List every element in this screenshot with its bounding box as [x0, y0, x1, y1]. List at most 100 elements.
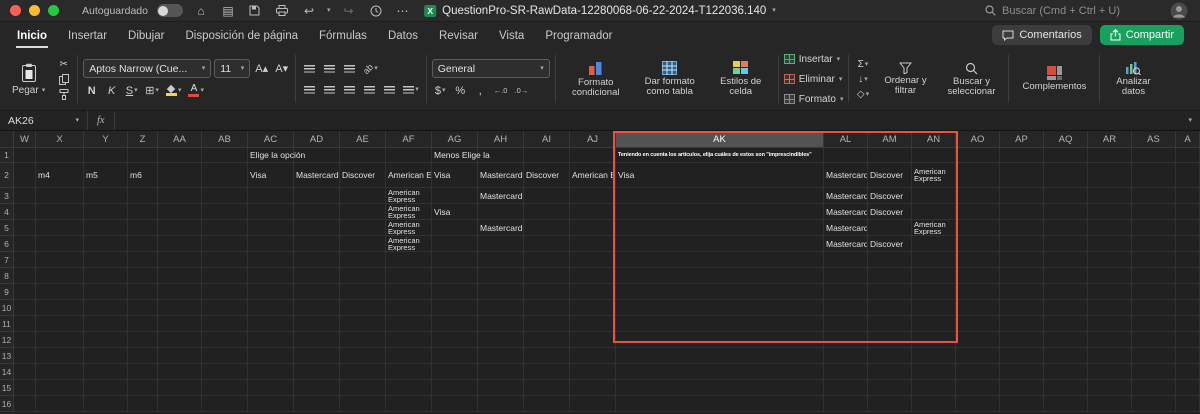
cell-AS10[interactable]: [1132, 300, 1176, 316]
tab-programador[interactable]: Programador: [544, 26, 613, 48]
cell-AH16[interactable]: [478, 396, 524, 412]
cell-Y5[interactable]: [84, 220, 128, 236]
cell-AN4[interactable]: [912, 204, 956, 220]
cell-AE9[interactable]: [340, 284, 386, 300]
cell-AA12[interactable]: [158, 332, 202, 348]
row-header-10[interactable]: 10: [0, 300, 14, 316]
cell-X5[interactable]: [36, 220, 84, 236]
cell-AH15[interactable]: [478, 380, 524, 396]
cell-AD9[interactable]: [294, 284, 340, 300]
cell-AC6[interactable]: [248, 236, 294, 252]
cell-W6[interactable]: [14, 236, 36, 252]
cell-X11[interactable]: [36, 316, 84, 332]
cell-AQ4[interactable]: [1044, 204, 1088, 220]
cell-AE12[interactable]: [340, 332, 386, 348]
cell-X14[interactable]: [36, 364, 84, 380]
tab-dibujar[interactable]: Dibujar: [127, 26, 165, 48]
cell-AI1[interactable]: [524, 148, 570, 163]
align-center-button[interactable]: [321, 81, 338, 98]
cell-AD14[interactable]: [294, 364, 340, 380]
cell-AO7[interactable]: [956, 252, 1000, 268]
cell-AE6[interactable]: [340, 236, 386, 252]
cell-AB10[interactable]: [202, 300, 248, 316]
paste-button[interactable]: Pegar ▾: [6, 60, 51, 99]
cell-AF9[interactable]: [386, 284, 432, 300]
cell-Z7[interactable]: [128, 252, 158, 268]
cell-AB5[interactable]: [202, 220, 248, 236]
cell-AR10[interactable]: [1088, 300, 1132, 316]
cell-AS4[interactable]: [1132, 204, 1176, 220]
cell-AE5[interactable]: [340, 220, 386, 236]
decrease-font-button[interactable]: A▾: [273, 60, 290, 77]
cell-AB12[interactable]: [202, 332, 248, 348]
column-header-AS[interactable]: AS: [1132, 131, 1176, 148]
column-header-AJ[interactable]: AJ: [570, 131, 616, 148]
row-header-7[interactable]: 7: [0, 252, 14, 268]
cell-Z16[interactable]: [128, 396, 158, 412]
cell-AR6[interactable]: [1088, 236, 1132, 252]
cell-AG9[interactable]: [432, 284, 478, 300]
comments-button[interactable]: Comentarios: [992, 25, 1092, 45]
cell-AM11[interactable]: [868, 316, 912, 332]
cell-AR4[interactable]: [1088, 204, 1132, 220]
cell-AN16[interactable]: [912, 396, 956, 412]
cell-AE13[interactable]: [340, 348, 386, 364]
tab-formulas[interactable]: Fórmulas: [318, 26, 368, 48]
cell-AD10[interactable]: [294, 300, 340, 316]
cell-AA3[interactable]: [158, 188, 202, 204]
cell-AR3[interactable]: [1088, 188, 1132, 204]
addins-button[interactable]: Complementos: [1014, 64, 1094, 94]
cell-AC12[interactable]: [248, 332, 294, 348]
column-header-AO[interactable]: AO: [956, 131, 1000, 148]
document-title-area[interactable]: X QuestionPro-SR-RawData-12280068-06-22-…: [424, 4, 776, 17]
cell-AN2[interactable]: American Express: [912, 163, 956, 188]
row-header-3[interactable]: 3: [0, 188, 14, 204]
formula-input[interactable]: [115, 111, 1181, 130]
close-window-button[interactable]: [10, 5, 21, 16]
cell-AQ1[interactable]: [1044, 148, 1088, 163]
column-header-AL[interactable]: AL: [824, 131, 868, 148]
cell-AP15[interactable]: [1000, 380, 1044, 396]
cell-A14[interactable]: [1176, 364, 1200, 380]
cell-AB4[interactable]: [202, 204, 248, 220]
column-header-Y[interactable]: Y: [84, 131, 128, 148]
percent-format-button[interactable]: %: [452, 82, 469, 99]
cell-AH12[interactable]: [478, 332, 524, 348]
cell-Z1[interactable]: [128, 148, 158, 163]
delete-cells-button[interactable]: Eliminar ▾: [783, 71, 842, 87]
cell-AF15[interactable]: [386, 380, 432, 396]
cell-AJ9[interactable]: [570, 284, 616, 300]
cell-AG13[interactable]: [432, 348, 478, 364]
cell-AS11[interactable]: [1132, 316, 1176, 332]
wrap-text-button[interactable]: ▾: [401, 81, 421, 98]
align-top-button[interactable]: [301, 60, 318, 77]
cell-AG1[interactable]: Menos Elige la: [432, 148, 490, 163]
cell-AB13[interactable]: [202, 348, 248, 364]
cell-AD5[interactable]: [294, 220, 340, 236]
cell-AE2[interactable]: Discover: [340, 163, 386, 188]
cell-AO16[interactable]: [956, 396, 1000, 412]
cell-AL5[interactable]: Mastercard: [824, 220, 868, 236]
cell-AP5[interactable]: [1000, 220, 1044, 236]
conditional-formatting-button[interactable]: Formato condicional: [561, 59, 631, 100]
cell-AH2[interactable]: Mastercard: [478, 163, 524, 188]
cell-AA10[interactable]: [158, 300, 202, 316]
cell-Z5[interactable]: [128, 220, 158, 236]
select-all-corner[interactable]: [0, 131, 14, 148]
cell-W2[interactable]: [14, 163, 36, 188]
save-icon[interactable]: [246, 5, 264, 16]
cell-AF13[interactable]: [386, 348, 432, 364]
cell-AJ16[interactable]: [570, 396, 616, 412]
cell-AR8[interactable]: [1088, 268, 1132, 284]
cell-AS14[interactable]: [1132, 364, 1176, 380]
cell-Z4[interactable]: [128, 204, 158, 220]
cell-AB14[interactable]: [202, 364, 248, 380]
cell-AJ4[interactable]: [570, 204, 616, 220]
cell-X16[interactable]: [36, 396, 84, 412]
cell-AO13[interactable]: [956, 348, 1000, 364]
align-bottom-button[interactable]: [341, 60, 358, 77]
cell-AF11[interactable]: [386, 316, 432, 332]
cell-AK15[interactable]: [616, 380, 824, 396]
row-header-12[interactable]: 12: [0, 332, 14, 348]
cell-AF5[interactable]: American Express: [386, 220, 432, 236]
